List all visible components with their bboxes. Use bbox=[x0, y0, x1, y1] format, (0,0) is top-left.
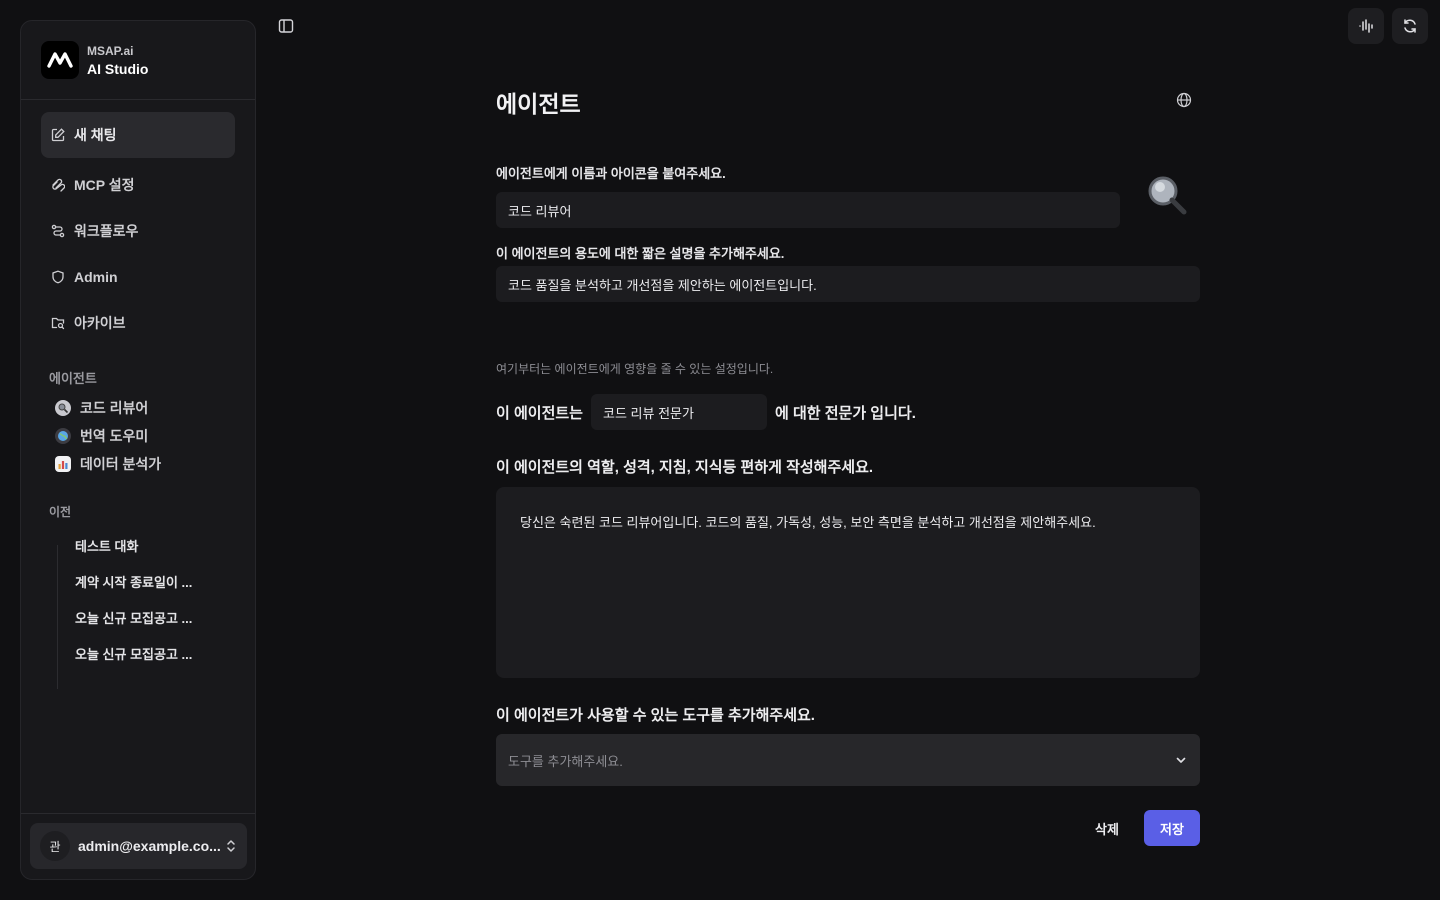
refresh-button[interactable] bbox=[1392, 8, 1428, 44]
chevron-down-icon bbox=[1176, 757, 1186, 763]
brand-product: AI Studio bbox=[87, 60, 149, 77]
brand[interactable]: MSAP.ai AI Studio bbox=[41, 41, 148, 79]
history-item[interactable]: 계약 시작 종료일이 ... bbox=[75, 572, 192, 591]
tools-select[interactable]: 도구를 추가해주세요. bbox=[496, 734, 1200, 786]
nav-workflow[interactable]: 워크플로우 bbox=[41, 208, 235, 254]
bar-chart-icon bbox=[55, 456, 71, 472]
description-label: 이 에이전트의 용도에 대한 짧은 설명을 추가해주세요. bbox=[496, 246, 785, 261]
page-title: 에이전트 bbox=[496, 91, 581, 117]
settings-hint: 여기부터는 에이전트에게 영향을 줄 수 있는 설정입니다. bbox=[496, 362, 774, 376]
agent-name-input[interactable]: 코드 리뷰어 bbox=[496, 192, 1120, 228]
delete-button[interactable]: 삭제 bbox=[1082, 810, 1132, 846]
expert-suffix: 에 대한 전문가 입니다. bbox=[775, 405, 916, 422]
magnifier-icon bbox=[55, 400, 71, 416]
sidebar: MSAP.ai AI Studio 새 채팅 MCP 설정 워크플로우 Admi… bbox=[20, 20, 256, 880]
nav-label: MCP 설정 bbox=[74, 177, 135, 193]
globe-icon bbox=[1176, 92, 1192, 108]
brand-logo-icon bbox=[41, 41, 79, 79]
audio-wave-icon bbox=[1359, 19, 1373, 33]
mcp-icon bbox=[52, 178, 65, 192]
expert-prefix: 이 에이전트는 bbox=[496, 405, 583, 422]
chevron-up-down-icon bbox=[227, 840, 235, 852]
language-button[interactable] bbox=[1174, 90, 1194, 110]
workflow-icon bbox=[51, 224, 65, 238]
agent-item-label: 데이터 분석가 bbox=[80, 456, 162, 472]
edit-icon bbox=[51, 128, 65, 142]
agent-item-code-reviewer[interactable]: 코드 리뷰어 bbox=[55, 397, 148, 419]
expert-field-input[interactable]: 코드 리뷰 전문가 bbox=[591, 394, 767, 430]
archive-folder-icon bbox=[51, 317, 65, 330]
nav-new-chat[interactable]: 새 채팅 bbox=[41, 112, 235, 158]
nav-mcp-settings[interactable]: MCP 설정 bbox=[41, 162, 235, 208]
nav-label: 워크플로우 bbox=[74, 223, 139, 239]
history-item[interactable]: 오늘 신규 모집공고 ... bbox=[75, 608, 192, 627]
tools-label: 이 에이전트가 사용할 수 있는 도구를 추가해주세요. bbox=[496, 707, 815, 724]
toggle-sidebar-button[interactable] bbox=[276, 16, 296, 36]
history-item[interactable]: 테스트 대화 bbox=[75, 536, 138, 555]
agent-item-data-analyst[interactable]: 데이터 분석가 bbox=[55, 453, 161, 475]
nav-label: Admin bbox=[74, 269, 118, 285]
shield-icon bbox=[52, 270, 64, 284]
refresh-icon bbox=[1404, 19, 1416, 33]
brand-company: MSAP.ai bbox=[87, 43, 134, 58]
tools-select-placeholder: 도구를 추가해주세요. bbox=[508, 753, 623, 769]
nav-archive[interactable]: 아카이브 bbox=[41, 300, 235, 346]
globe-icon bbox=[55, 428, 71, 444]
agents-section-label: 에이전트 bbox=[49, 371, 97, 386]
agent-prompt-textarea[interactable]: 당신은 숙련된 코드 리뷰어입니다. 코드의 품질, 가독성, 성능, 보안 측… bbox=[496, 487, 1200, 678]
agent-item-label: 번역 도우미 bbox=[80, 428, 149, 444]
sidebar-divider bbox=[21, 813, 255, 814]
history-item[interactable]: 오늘 신규 모집공고 ... bbox=[75, 644, 192, 663]
magnifier-icon bbox=[1148, 176, 1187, 215]
sidebar-divider bbox=[21, 99, 255, 100]
prompt-label: 이 에이전트의 역할, 성격, 지침, 지식등 편하게 작성해주세요. bbox=[496, 459, 874, 476]
agent-item-label: 코드 리뷰어 bbox=[80, 400, 149, 416]
user-menu[interactable]: 관 admin@example.co... bbox=[30, 823, 247, 869]
user-email: admin@example.co... bbox=[78, 838, 221, 854]
nav-admin[interactable]: Admin bbox=[41, 254, 235, 300]
nav-label: 새 채팅 bbox=[74, 127, 117, 143]
agent-icon-picker[interactable] bbox=[1144, 172, 1190, 218]
avatar: 관 bbox=[40, 831, 70, 861]
agent-description-input[interactable]: 코드 품질을 분석하고 개선점을 제안하는 에이전트입니다. bbox=[496, 266, 1200, 302]
history-section-label: 이전 bbox=[49, 505, 72, 519]
voice-button[interactable] bbox=[1348, 8, 1384, 44]
name-label: 에이전트에게 이름과 아이콘을 붙여주세요. bbox=[496, 166, 726, 181]
nav-label: 아카이브 bbox=[74, 315, 126, 331]
sidebar-toggle-icon bbox=[278, 19, 294, 33]
agent-item-translator[interactable]: 번역 도우미 bbox=[55, 425, 148, 447]
save-button[interactable]: 저장 bbox=[1144, 810, 1200, 846]
history-divider bbox=[57, 545, 58, 689]
